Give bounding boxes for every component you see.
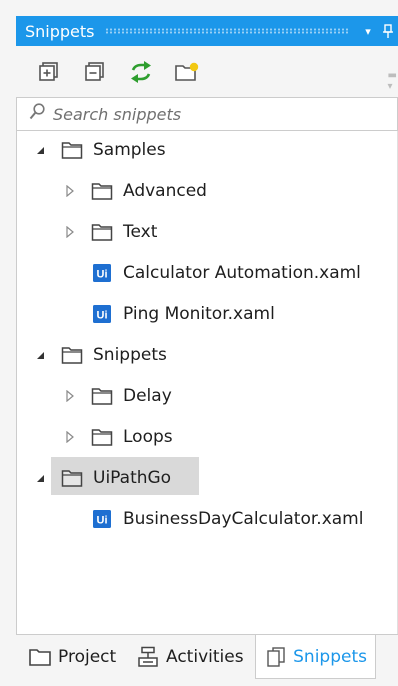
expand-all-icon[interactable]	[34, 57, 64, 87]
tree-item-label: UiPathGo	[93, 468, 172, 488]
expanded-arrow-icon[interactable]	[33, 461, 47, 495]
collapse-all-icon[interactable]	[80, 57, 110, 87]
svg-text:Ui: Ui	[97, 269, 108, 281]
tab-snippets-label: Snippets	[293, 646, 367, 667]
tree-item-label: Snippets	[93, 345, 167, 365]
snippets-icon	[264, 646, 287, 668]
collapsed-arrow-icon[interactable]	[63, 420, 77, 454]
refresh-icon[interactable]	[126, 57, 156, 87]
snippets-panel: Snippets ▾ ▬ ▾ Search snippets Samples A…	[0, 0, 398, 686]
add-folder-icon[interactable]	[172, 57, 202, 87]
tab-snippets[interactable]: Snippets	[255, 635, 376, 679]
snippets-tree: Samples Advanced Text Ui Calculator Automati…	[16, 131, 398, 634]
tree-item-label: Delay	[123, 386, 172, 406]
tree-folder-row[interactable]: Loops	[17, 420, 397, 454]
drag-grip[interactable]	[104, 28, 348, 34]
folder-icon	[61, 345, 83, 365]
panel-title: Snippets	[25, 21, 95, 41]
tree-item-label: Ping Monitor.xaml	[123, 304, 275, 324]
tree-folder-row[interactable]: Delay	[17, 379, 397, 413]
expanded-arrow-icon[interactable]	[33, 338, 47, 372]
tree-item-label: Calculator Automation.xaml	[123, 263, 361, 283]
tree-file-row[interactable]: Ui Ping Monitor.xaml	[17, 297, 397, 331]
collapsed-arrow-icon[interactable]	[63, 215, 77, 249]
tree-item-label: Text	[123, 222, 158, 242]
collapsed-arrow-icon[interactable]	[63, 379, 77, 413]
tab-activities[interactable]: Activities	[128, 635, 252, 679]
tree-item-label: Loops	[123, 427, 173, 447]
pin-icon[interactable]	[378, 16, 398, 46]
tree-file-row[interactable]: Ui BusinessDayCalculator.xaml	[17, 502, 397, 536]
expanded-arrow-icon[interactable]	[33, 133, 47, 167]
tab-activities-label: Activities	[166, 647, 244, 667]
collapsed-arrow-icon[interactable]	[63, 174, 77, 208]
uipath-file-icon: Ui	[91, 263, 113, 283]
tab-project[interactable]: Project	[20, 635, 124, 679]
tree-folder-row[interactable]: Snippets	[17, 338, 397, 372]
tree-folder-row[interactable]: Text	[17, 215, 397, 249]
folder-icon	[61, 140, 83, 160]
folder-icon	[91, 427, 113, 447]
folder-icon	[28, 646, 52, 668]
activities-icon	[136, 646, 160, 668]
bottom-tab-bar: Project Activities Snippets	[16, 634, 398, 686]
tree-folder-row[interactable]: Advanced	[17, 174, 397, 208]
toolbar-overflow-icon[interactable]: ▬ ▾	[388, 70, 398, 92]
uipath-file-icon: Ui	[91, 509, 113, 529]
folder-icon	[61, 468, 83, 488]
tree-item-label: BusinessDayCalculator.xaml	[123, 509, 364, 529]
search-input[interactable]	[53, 104, 373, 124]
panel-title-bar[interactable]: Snippets ▾	[16, 16, 398, 46]
search-box[interactable]	[16, 97, 398, 131]
tree-item-label: Samples	[93, 140, 166, 160]
svg-text:Ui: Ui	[97, 515, 108, 527]
svg-text:Ui: Ui	[97, 310, 108, 322]
folder-icon	[91, 386, 113, 406]
folder-icon	[91, 181, 113, 201]
folder-icon	[91, 222, 113, 242]
dropdown-icon[interactable]: ▾	[358, 16, 378, 46]
search-icon	[29, 103, 45, 125]
tab-project-label: Project	[58, 647, 117, 667]
tree-file-row[interactable]: Ui Calculator Automation.xaml	[17, 256, 397, 290]
snippets-toolbar: ▬ ▾	[16, 50, 398, 94]
tree-item-label: Advanced	[123, 181, 207, 201]
tree-folder-row[interactable]: Samples	[17, 133, 397, 167]
uipath-file-icon: Ui	[91, 304, 113, 324]
tree-folder-row[interactable]: UiPathGo	[17, 461, 397, 495]
